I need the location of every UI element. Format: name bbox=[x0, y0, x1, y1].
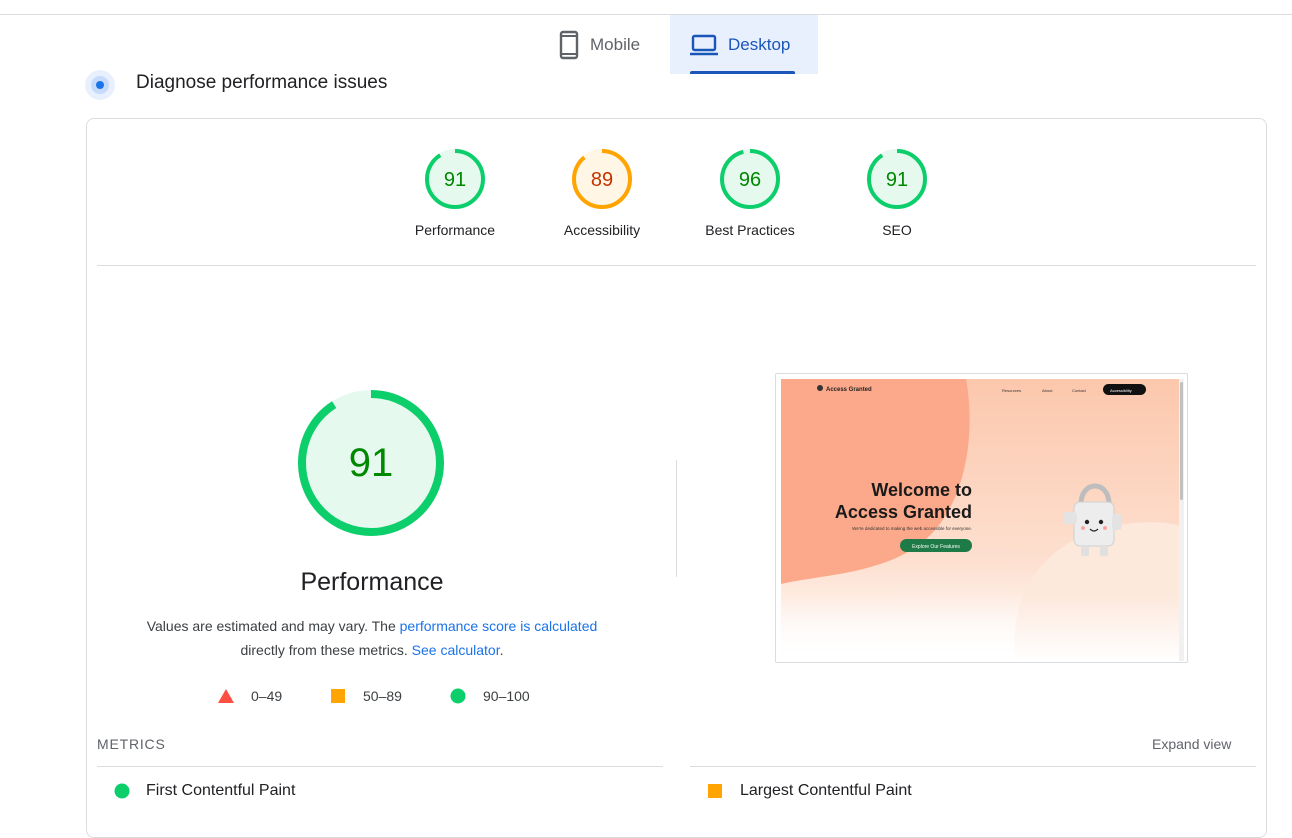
score-value: 96 bbox=[739, 169, 761, 191]
score-value: 91 bbox=[886, 169, 908, 191]
score-label: Performance bbox=[414, 222, 496, 238]
selected-tab-indicator bbox=[690, 71, 795, 74]
score-gauge-seo[interactable]: 91 SEO bbox=[837, 148, 957, 238]
main-gauge-value: 91 bbox=[349, 441, 394, 485]
tab-desktop-label: Desktop bbox=[728, 34, 791, 54]
green-circle-icon bbox=[450, 688, 466, 704]
screenshot-subtext: We're dedicated to making the web access… bbox=[852, 526, 972, 531]
scores-divider bbox=[97, 265, 1256, 266]
score-gauge-accessibility[interactable]: 89 Accessibility bbox=[542, 148, 662, 238]
metrics-heading: METRICS bbox=[97, 736, 166, 752]
screenshot-image: Access Granted Resources About Contact A… bbox=[781, 379, 1184, 662]
vertical-divider bbox=[676, 460, 677, 577]
orange-square-icon bbox=[331, 689, 345, 703]
brand-logo-icon bbox=[817, 385, 823, 391]
legend-pass: 90–100 bbox=[450, 688, 530, 704]
see-calculator-link[interactable]: See calculator bbox=[412, 642, 500, 658]
tab-mobile-label: Mobile bbox=[590, 34, 641, 54]
green-circle-icon bbox=[114, 783, 130, 799]
screenshot-cta: Explore Our Features bbox=[912, 544, 960, 550]
screenshot-headline-1: Welcome to bbox=[871, 480, 972, 500]
performance-title: Performance bbox=[300, 568, 444, 596]
screenshot-nav-contact: Contact bbox=[1072, 388, 1087, 393]
final-screenshot: Access Granted Resources About Contact A… bbox=[775, 373, 1188, 663]
score-label: Best Practices bbox=[705, 222, 795, 238]
screenshot-nav-resources: Resources bbox=[1002, 388, 1021, 393]
section-title: Diagnose performance issues bbox=[136, 72, 388, 93]
tab-mobile[interactable]: Mobile bbox=[548, 15, 670, 74]
diagnose-pulse-icon bbox=[85, 70, 115, 100]
metric-largest-contentful-paint: Largest Contentful Paint bbox=[708, 782, 912, 800]
gauge-ring: 91 bbox=[425, 149, 485, 209]
orange-square-icon bbox=[708, 784, 722, 798]
gauge-ring: 89 bbox=[572, 149, 632, 209]
score-gauge-best-practices[interactable]: 96 Best Practices bbox=[690, 148, 810, 238]
desc-text-1: Values are estimated and may vary. The bbox=[146, 618, 400, 634]
red-triangle-icon bbox=[218, 689, 234, 703]
mobile-phone-icon bbox=[559, 30, 579, 59]
metric-first-contentful-paint: First Contentful Paint bbox=[114, 782, 295, 800]
gauge-ring: 91 bbox=[867, 149, 927, 209]
legend-fail: 0–49 bbox=[218, 688, 282, 704]
metric-name: First Contentful Paint bbox=[146, 782, 296, 799]
screenshot-nav-button: Accessibility bbox=[1110, 388, 1132, 393]
legend-average: 50–89 bbox=[331, 688, 402, 704]
performance-main-gauge: 91 bbox=[298, 390, 444, 536]
desc-text-3: . bbox=[499, 642, 504, 658]
legend-average-range: 50–89 bbox=[363, 688, 402, 704]
score-label: Accessibility bbox=[563, 222, 641, 238]
tab-desktop[interactable]: Desktop bbox=[670, 15, 818, 74]
screenshot-brand: Access Granted bbox=[826, 387, 872, 393]
metrics-divider-left bbox=[97, 766, 663, 767]
screenshot-nav-about: About bbox=[1042, 388, 1053, 393]
score-value: 91 bbox=[444, 169, 466, 191]
score-calculated-link[interactable]: performance score is calculated bbox=[400, 618, 598, 634]
score-gauge-performance[interactable]: 91 Performance bbox=[395, 148, 515, 238]
legend-pass-range: 90–100 bbox=[483, 688, 530, 704]
desc-text-2: directly from these metrics. bbox=[240, 642, 412, 658]
expand-view-toggle[interactable]: Expand view bbox=[1152, 736, 1231, 752]
legend-fail-range: 0–49 bbox=[251, 688, 283, 704]
metrics-divider-right bbox=[690, 766, 1256, 767]
metric-name: Largest Contentful Paint bbox=[740, 782, 912, 799]
score-value: 89 bbox=[591, 169, 613, 191]
screenshot-headline-2: Access Granted bbox=[835, 502, 972, 522]
performance-description: Values are estimated and may vary. The p… bbox=[122, 614, 622, 662]
laptop-icon bbox=[690, 34, 718, 55]
score-label: SEO bbox=[882, 222, 912, 238]
gauge-ring: 96 bbox=[720, 149, 780, 209]
